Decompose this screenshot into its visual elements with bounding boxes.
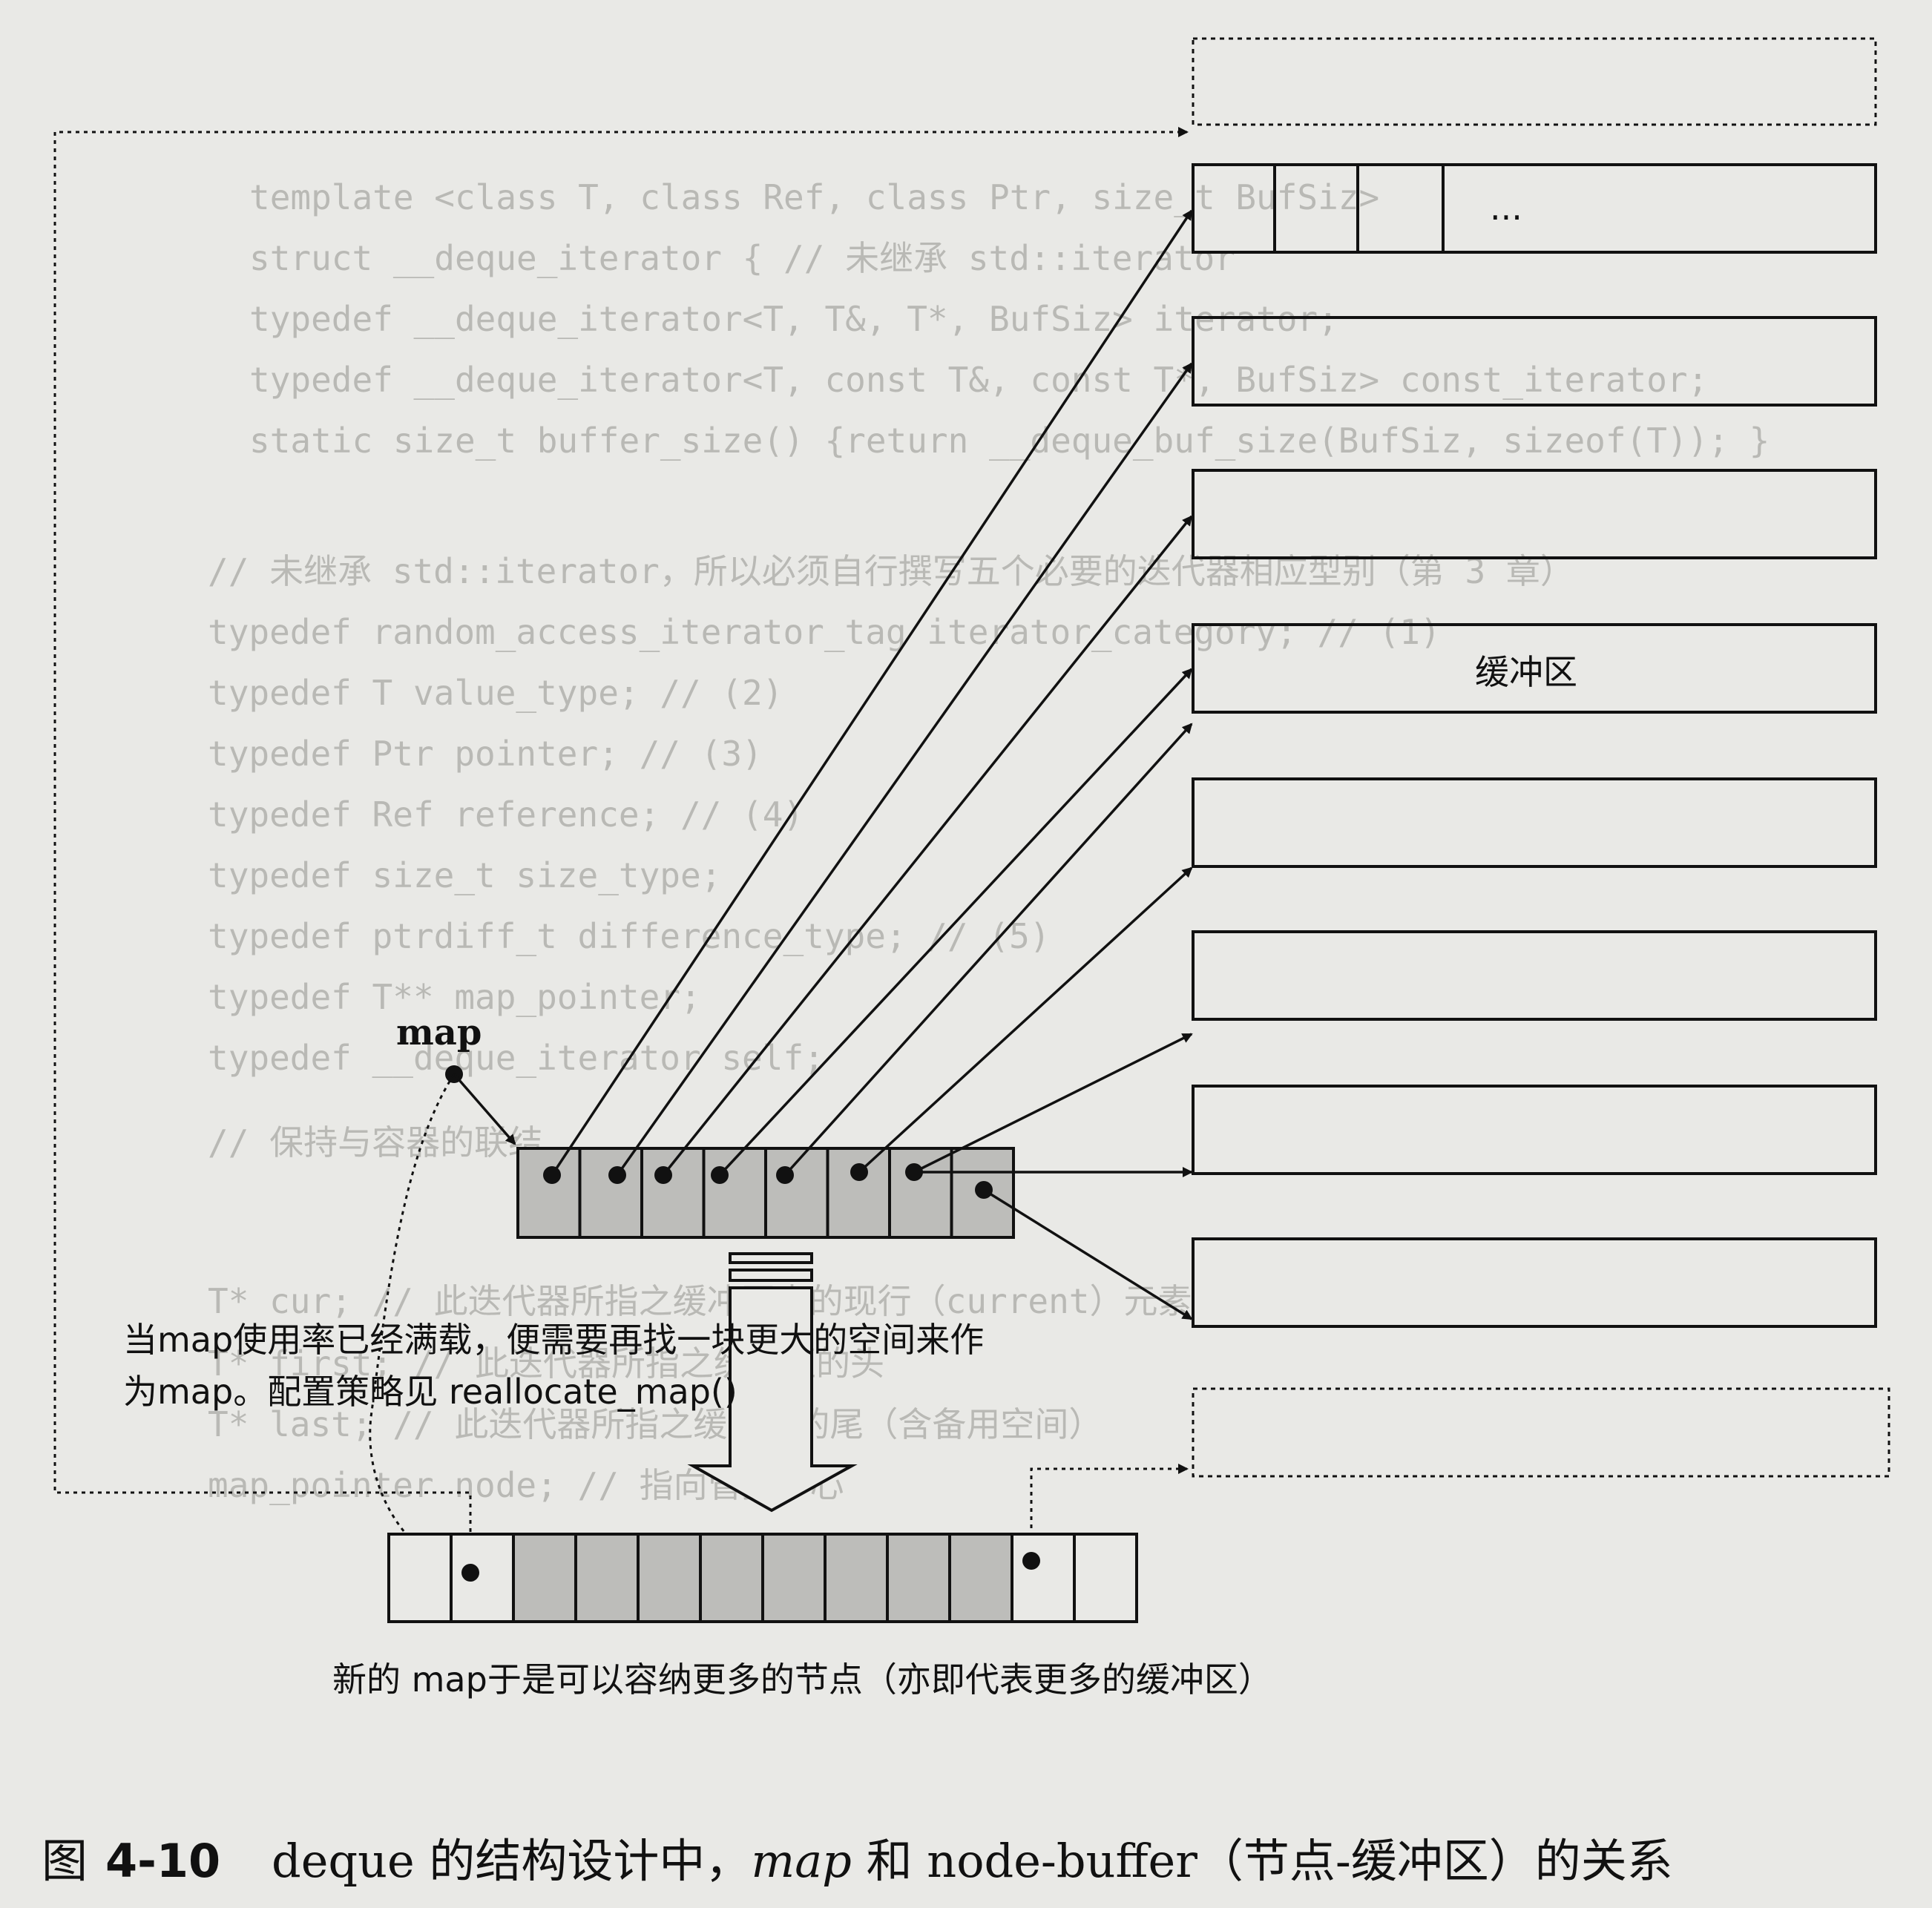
node-dot bbox=[850, 1163, 868, 1181]
buffer-box-8 bbox=[1192, 1237, 1877, 1328]
background-code-line: typedef size_t size_type; bbox=[208, 855, 721, 895]
note-line-1: 当map使用率已经满载，便需要再找一块更大的空间来作 bbox=[123, 1320, 984, 1360]
old-map bbox=[516, 1147, 1015, 1239]
map-label: map bbox=[396, 1012, 482, 1053]
bottom-note: 新的 map于是可以容纳更多的节点（亦即代表更多的缓冲区） bbox=[332, 1659, 1272, 1700]
node-dot bbox=[654, 1166, 672, 1184]
node-dot bbox=[776, 1166, 794, 1184]
caption-number: 4-10 bbox=[105, 1834, 220, 1888]
background-code-line: // 保持与容器的联结 bbox=[208, 1122, 542, 1162]
buffer-box-dotted-top bbox=[1192, 37, 1877, 126]
node-dot bbox=[905, 1163, 923, 1181]
deque-map-diagram: template <class T, class Ref, class Ptr,… bbox=[42, 37, 1890, 1888]
node-arrow bbox=[858, 866, 1193, 1174]
buffer-box-5 bbox=[1192, 777, 1877, 868]
buffer-label: 缓冲区 bbox=[1475, 652, 1577, 692]
background-code-line: typedef __deque_iterator self; bbox=[208, 1038, 824, 1078]
caption-text: deque 的结构设计中，map 和 node-buffer（节点-缓冲区）的关… bbox=[272, 1834, 1673, 1888]
node-dot bbox=[975, 1181, 993, 1199]
caption-text-map: map bbox=[751, 1834, 851, 1888]
new-map bbox=[387, 1533, 1138, 1623]
caption-text-a: deque 的结构设计中， bbox=[272, 1834, 751, 1888]
background-code-text: template <class T, class Ref, class Ptr,… bbox=[208, 177, 1770, 1505]
background-code-line: typedef __deque_iterator<T, T&, T*, BufS… bbox=[249, 299, 1338, 339]
buffer-boxes: ... 缓冲区 bbox=[1192, 37, 1890, 1478]
background-code-line: T* cur; // 此迭代器所指之缓冲区中的现行（current）元素 bbox=[208, 1281, 1192, 1321]
buffer-box-6 bbox=[1192, 930, 1877, 1021]
node-dot bbox=[543, 1166, 561, 1184]
note-line-2: 为map。配置策略见 reallocate_map() bbox=[123, 1372, 737, 1412]
background-code-line: struct __deque_iterator { // 未继承 std::it… bbox=[249, 238, 1235, 278]
node-dot bbox=[608, 1166, 626, 1184]
background-code-line: typedef ptrdiff_t difference_type; // (5… bbox=[208, 916, 1050, 956]
figure-caption: 图 4-10 deque 的结构设计中，map 和 node-buffer（节点… bbox=[42, 1834, 1673, 1888]
background-code-line: typedef T** map_pointer; bbox=[208, 977, 701, 1017]
buffer-ellipsis: ... bbox=[1490, 188, 1522, 228]
transition-arrow-bar bbox=[729, 1269, 813, 1282]
buffer-box-7 bbox=[1192, 1085, 1877, 1175]
background-code-line: typedef __deque_iterator<T, const T&, co… bbox=[249, 360, 1708, 400]
node-arrow bbox=[913, 1033, 1193, 1174]
transition-arrow-bar bbox=[729, 1252, 813, 1264]
background-code-line: static size_t buffer_size() {return __de… bbox=[249, 421, 1770, 461]
new-map-last-dot bbox=[1022, 1552, 1040, 1570]
caption-text-b: 和 node-buffer（节点-缓冲区）的关系 bbox=[852, 1834, 1673, 1888]
background-code-line: typedef random_access_iterator_tag itera… bbox=[208, 612, 1441, 652]
background-code-line: typedef Ptr pointer; // (3) bbox=[208, 734, 763, 774]
background-code-line: typedef Ref reference; // (4) bbox=[208, 795, 804, 835]
new-map-first-dot bbox=[461, 1564, 479, 1582]
background-code-line: template <class T, class Ref, class Ptr,… bbox=[249, 177, 1379, 217]
buffer-box-3 bbox=[1192, 469, 1877, 559]
background-code-line: typedef T value_type; // (2) bbox=[208, 673, 783, 713]
buffer-box-dotted-bottom bbox=[1192, 1387, 1890, 1478]
node-dot bbox=[711, 1166, 729, 1184]
caption-prefix: 图 bbox=[42, 1834, 88, 1888]
